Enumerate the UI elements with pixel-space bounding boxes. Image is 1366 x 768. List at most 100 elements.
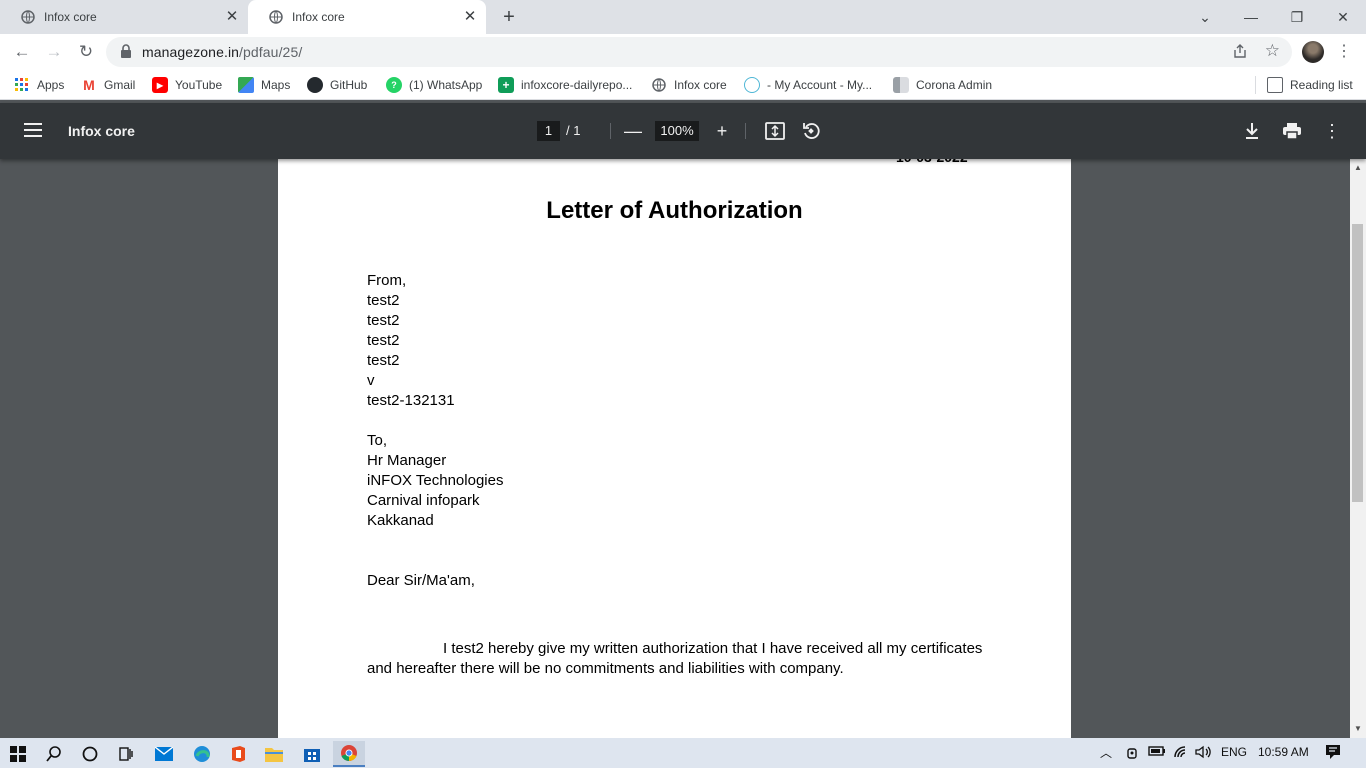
pdf-viewport[interactable]: 10-03-2022 Letter of Authorization From,…	[0, 159, 1366, 738]
browser-tab-2[interactable]: Infox core ✕	[248, 0, 486, 34]
letter-address-block: From, test2 test2 test2 test2 v test2-132131 To…	[367, 271, 503, 591]
browser-toolbar: ← → ↻ managezone.in/pdfau/25/ ☆ ⋮	[0, 34, 1366, 70]
tab-search-icon[interactable]: ⌄	[1182, 0, 1228, 34]
scroll-up-arrow-icon[interactable]: ▲	[1350, 161, 1366, 175]
bookmarks-bar: Apps M Gmail ▶ YouTube Maps GitHub ? (1)…	[0, 70, 1366, 100]
close-window-icon[interactable]: ✕	[1320, 0, 1366, 34]
close-tab-icon[interactable]: ✕	[224, 9, 240, 25]
bookmark-label: (1) WhatsApp	[409, 78, 483, 92]
new-tab-icon[interactable]: +	[498, 6, 520, 28]
download-icon[interactable]	[1240, 119, 1264, 143]
hamburger-menu-icon[interactable]	[24, 123, 42, 137]
letter-line: Dear Sir/Ma'am,	[367, 572, 475, 589]
letter-line: test2	[367, 352, 400, 369]
address-bar[interactable]: managezone.in/pdfau/25/ ☆	[106, 37, 1292, 67]
minimize-icon[interactable]: —	[1228, 0, 1274, 34]
letter-line	[367, 551, 503, 571]
letter-line: v	[367, 372, 375, 389]
letter-body: I test2 hereby give my written authoriza…	[367, 639, 1007, 679]
letter-date: 10-03-2022	[896, 159, 968, 165]
letter-line: From,	[367, 272, 407, 289]
more-options-icon[interactable]: ⋮	[1320, 119, 1344, 143]
task-view-icon[interactable]	[110, 741, 142, 767]
wifi-icon[interactable]	[1173, 745, 1189, 762]
office-app-icon[interactable]	[222, 741, 254, 767]
browser-tab-1[interactable]: Infox core ✕	[0, 0, 249, 34]
url-text: managezone.in/pdfau/25/	[142, 44, 303, 60]
account-icon	[744, 77, 760, 93]
restore-icon[interactable]: ❐	[1274, 0, 1320, 34]
reload-icon[interactable]: ↻	[72, 38, 100, 66]
letter-line: Carnival infopark	[367, 492, 480, 509]
back-icon[interactable]: ←	[8, 38, 36, 66]
github-icon	[307, 77, 323, 93]
browser-menu-icon[interactable]: ⋮	[1336, 42, 1352, 62]
letter-line: iNFOX Technologies	[367, 472, 504, 489]
scrollbar-thumb[interactable]	[1352, 224, 1363, 502]
edge-browser-icon[interactable]	[186, 741, 218, 767]
share-icon[interactable]	[1232, 43, 1250, 61]
bookmark-corona-admin[interactable]: Corona Admin	[893, 76, 992, 94]
bookmark-infoxcore-dailyreport[interactable]: + infoxcore-dailyrepo...	[498, 76, 632, 94]
close-tab-icon[interactable]: ✕	[462, 9, 478, 25]
whatsapp-icon: ?	[386, 77, 402, 93]
network-device-icon[interactable]	[1125, 745, 1139, 764]
rotate-icon[interactable]	[799, 119, 823, 143]
store-app-icon[interactable]	[296, 741, 328, 767]
reading-list-icon	[1267, 77, 1283, 93]
toolbar-separator	[610, 123, 611, 139]
reading-list-label: Reading list	[1290, 78, 1353, 92]
battery-icon[interactable]	[1148, 745, 1166, 760]
lock-icon[interactable]	[120, 44, 134, 60]
pdf-page: 10-03-2022 Letter of Authorization From,…	[278, 159, 1071, 738]
zoom-out-icon[interactable]: —	[621, 119, 645, 143]
bookmark-label: - My Account - My...	[767, 78, 873, 92]
admin-icon	[893, 77, 909, 93]
scroll-down-arrow-icon[interactable]: ▼	[1350, 722, 1366, 736]
bookmark-whatsapp[interactable]: ? (1) WhatsApp	[386, 76, 482, 94]
windows-start-icon[interactable]	[2, 741, 34, 767]
gmail-icon: M	[83, 77, 95, 93]
bookmark-gmail[interactable]: M Gmail	[81, 76, 135, 94]
bookmark-label: Maps	[261, 78, 291, 92]
zoom-in-icon[interactable]: +	[710, 119, 734, 143]
bookmark-my-account[interactable]: - My Account - My...	[744, 76, 872, 94]
letter-line: To,	[367, 432, 388, 449]
fit-to-page-icon[interactable]	[763, 119, 787, 143]
print-icon[interactable]	[1280, 119, 1304, 143]
taskbar-clock[interactable]: 10:59 AM	[1258, 745, 1309, 759]
sheets-icon: +	[498, 77, 514, 93]
bookmark-maps[interactable]: Maps	[238, 76, 290, 94]
notifications-icon[interactable]	[1325, 744, 1341, 763]
globe-icon	[20, 9, 36, 25]
cortana-icon[interactable]	[74, 741, 106, 767]
tab-title: Infox core	[292, 10, 345, 24]
volume-icon[interactable]	[1195, 745, 1213, 762]
page-total: / 1	[566, 123, 581, 138]
input-language[interactable]: ENG	[1221, 745, 1247, 759]
bookmark-youtube[interactable]: ▶ YouTube	[152, 76, 222, 94]
reading-list-button[interactable]: Reading list	[1267, 76, 1353, 94]
bookmarks-divider	[1255, 76, 1256, 94]
letter-line: test2-132131	[367, 392, 455, 409]
profile-avatar[interactable]	[1302, 41, 1324, 63]
bookmark-label: YouTube	[175, 78, 223, 92]
pdf-toolbar: Infox core 1 / 1 — 100% + ⋮	[0, 103, 1366, 159]
show-hidden-icons-icon[interactable]: ︿	[1100, 744, 1112, 761]
vertical-scrollbar[interactable]: ▲ ▼	[1350, 159, 1366, 738]
bookmark-star-icon[interactable]: ☆	[1265, 41, 1280, 61]
bookmark-github[interactable]: GitHub	[307, 76, 367, 94]
letter-line	[367, 411, 503, 431]
letter-line	[367, 531, 503, 551]
search-icon[interactable]	[38, 741, 70, 767]
mail-app-icon[interactable]	[148, 741, 180, 767]
chrome-taskbar-icon[interactable]	[333, 741, 365, 767]
file-explorer-icon[interactable]	[258, 741, 290, 767]
letter-line: test2	[367, 312, 400, 329]
bookmark-apps[interactable]: Apps	[14, 76, 64, 94]
forward-icon[interactable]: →	[40, 38, 68, 66]
page-number-input[interactable]: 1	[537, 121, 560, 141]
bookmark-infox-core[interactable]: Infox core	[651, 76, 727, 94]
zoom-input[interactable]: 100%	[655, 121, 699, 141]
body-line: and hereafter there will be no commitmen…	[367, 660, 844, 677]
